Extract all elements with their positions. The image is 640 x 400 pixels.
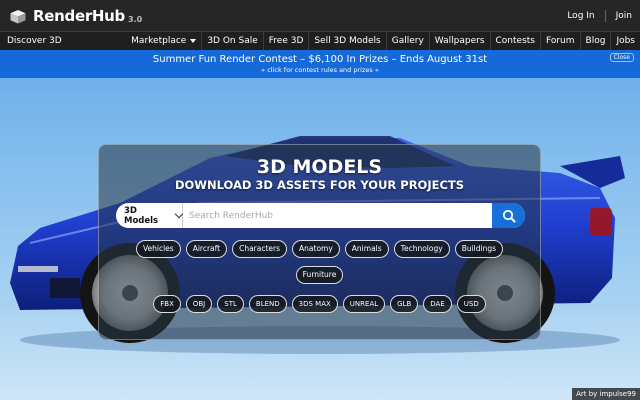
nav-item-sell[interactable]: Sell 3D Models <box>308 32 385 50</box>
contest-banner[interactable]: Summer Fun Render Contest – $6,100 In Pr… <box>0 50 640 78</box>
chip-aircraft[interactable]: Aircraft <box>185 240 228 258</box>
main-nav: Discover 3D Marketplace 3D On Sale Free … <box>0 31 640 50</box>
nav-item-forum[interactable]: Forum <box>539 32 580 50</box>
cube-icon <box>10 9 26 24</box>
nav-item-gallery[interactable]: Gallery <box>385 32 429 50</box>
banner-close-button[interactable]: Close <box>609 53 634 62</box>
search-panel: 3D MODELS DOWNLOAD 3D ASSETS FOR YOUR PR… <box>98 144 541 340</box>
chip-unreal[interactable]: UNREAL <box>342 295 386 313</box>
chip-obj[interactable]: OBJ <box>185 295 213 313</box>
chevron-down-icon <box>190 38 197 43</box>
search-button[interactable] <box>492 203 525 228</box>
nav-item-marketplace[interactable]: Marketplace <box>126 32 201 50</box>
category-select-value: 3D Models <box>124 205 159 226</box>
nav-item-free-3d[interactable]: Free 3D <box>262 32 309 50</box>
nav-items: Marketplace 3D On Sale Free 3D Sell 3D M… <box>126 32 640 50</box>
chip-animals[interactable]: Animals <box>344 240 389 258</box>
nav-item-jobs[interactable]: Jobs <box>610 32 640 50</box>
nav-discover[interactable]: Discover 3D <box>7 32 62 50</box>
chip-buildings[interactable]: Buildings <box>454 240 504 258</box>
nav-item-wallpapers[interactable]: Wallpapers <box>428 32 490 50</box>
chip-anatomy[interactable]: Anatomy <box>292 240 340 258</box>
logo-text: RenderHub <box>33 7 125 25</box>
nav-item-label: Marketplace <box>131 36 187 46</box>
hero-subtitle: DOWNLOAD 3D ASSETS FOR YOUR PROJECTS <box>174 178 465 192</box>
logo[interactable]: RenderHub 3.0 <box>9 8 142 24</box>
art-credit[interactable]: Art by impulse99 <box>572 388 640 400</box>
search-icon <box>502 209 515 222</box>
search-input[interactable] <box>183 203 492 228</box>
category-chips-row-2: Furniture <box>99 266 540 284</box>
nav-item-blog[interactable]: Blog <box>579 32 611 50</box>
divider <box>604 9 606 22</box>
nav-item-contests[interactable]: Contests <box>489 32 540 50</box>
banner-subtitle: » click for contest rules and prizes « <box>261 66 379 74</box>
hero-section: 3D MODELS DOWNLOAD 3D ASSETS FOR YOUR PR… <box>0 78 640 400</box>
chip-3ds-max[interactable]: 3DS MAX <box>291 295 338 313</box>
logo-version: 3.0 <box>127 15 143 24</box>
login-link[interactable]: Log In <box>567 11 594 21</box>
chip-dae[interactable]: DAE <box>423 295 452 313</box>
chip-furniture[interactable]: Furniture <box>295 266 344 284</box>
chip-glb[interactable]: GLB <box>390 295 419 313</box>
join-link[interactable]: Join <box>616 11 632 21</box>
account-links: Log In Join <box>567 0 632 31</box>
category-select[interactable]: 3D Models <box>116 203 184 228</box>
chip-blend[interactable]: BLEND <box>248 295 287 313</box>
banner-title: Summer Fun Render Contest – $6,100 In Pr… <box>152 54 488 65</box>
chip-usd[interactable]: USD <box>456 295 486 313</box>
category-chips: Vehicles Aircraft Characters Anatomy Ani… <box>99 240 540 258</box>
chip-stl[interactable]: STL <box>217 295 244 313</box>
chip-characters[interactable]: Characters <box>232 240 288 258</box>
hero-title: 3D MODELS <box>256 156 383 178</box>
nav-item-on-sale[interactable]: 3D On Sale <box>201 32 262 50</box>
search-bar: 3D Models <box>116 203 525 228</box>
chip-vehicles[interactable]: Vehicles <box>135 240 181 258</box>
format-chips: FBX OBJ STL BLEND 3DS MAX UNREAL GLB DAE… <box>99 295 540 313</box>
top-header: RenderHub 3.0 Log In Join <box>0 0 640 31</box>
chip-technology[interactable]: Technology <box>393 240 450 258</box>
chip-fbx[interactable]: FBX <box>153 295 181 313</box>
